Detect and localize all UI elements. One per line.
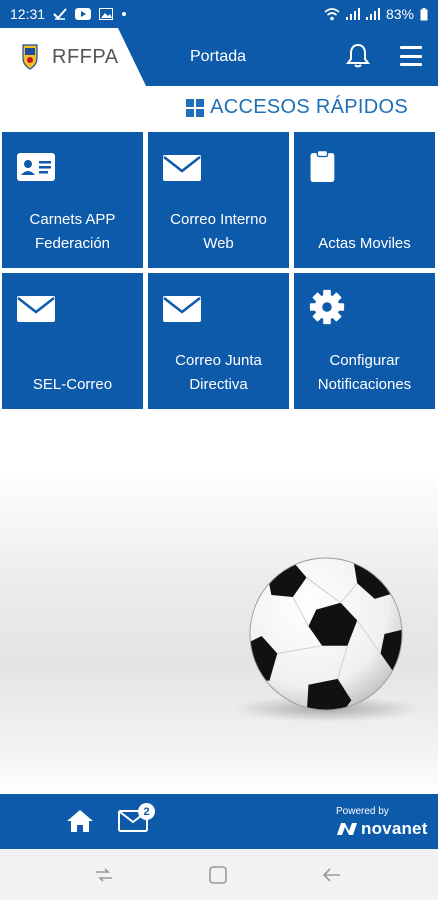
menu-icon[interactable]: [400, 46, 422, 66]
back-icon[interactable]: [322, 865, 342, 885]
signal-icon: [345, 8, 360, 20]
gear-icon: [309, 289, 345, 325]
notification-badge: 2: [138, 803, 155, 820]
youtube-icon: [75, 8, 92, 20]
battery-level: 83%: [385, 6, 414, 22]
crest-logo-icon: [22, 44, 38, 70]
status-bar: 12:31 83%: [0, 0, 438, 28]
section-title: ACCESOS RÁPIDOS: [210, 96, 408, 118]
clipboard-icon: [310, 149, 335, 182]
dot-icon: [122, 12, 127, 16]
home-icon[interactable]: [66, 808, 94, 834]
mail-icon: [163, 155, 201, 181]
tile-label: Actas Moviles: [318, 235, 411, 252]
image-icon: [99, 8, 114, 20]
tile-correo-interno[interactable]: Correo Interno Web: [148, 132, 289, 268]
app-screen: 12:31 83% RFFPA Portada ACCESOS RÁPIDOS …: [0, 0, 438, 900]
system-nav-bar: [0, 849, 438, 900]
soccer-ball-image: [249, 557, 403, 711]
tile-actas-moviles[interactable]: Actas Moviles: [294, 132, 435, 268]
brand[interactable]: RFFPA: [0, 28, 146, 86]
tile-label: SEL-Correo: [32, 376, 113, 393]
check-icon: [53, 8, 67, 20]
tile-sel-correo[interactable]: SEL-Correo: [2, 273, 143, 409]
tile-label: Carnets APP Federación: [29, 211, 116, 252]
status-time: 12:31: [10, 6, 46, 22]
quick-access-grid: Carnets APP Federación Correo Interno We…: [2, 132, 436, 409]
battery-icon: [420, 7, 428, 20]
bottom-nav: 2 Powered by novanet: [0, 794, 438, 849]
tile-label: Correo Junta Directiva: [175, 352, 262, 393]
tile-label: Correo Interno Web: [170, 211, 267, 252]
id-card-icon: [17, 153, 55, 181]
app-header: RFFPA Portada: [0, 28, 438, 86]
tile-correo-junta[interactable]: Correo Junta Directiva: [148, 273, 289, 409]
mail-icon: [163, 296, 201, 322]
signal-icon-2: [365, 8, 380, 20]
mail-icon: [17, 296, 55, 322]
powered-by-label: Powered by: [336, 806, 389, 817]
brand-name: RFFPA: [52, 45, 119, 68]
novanet-logo-icon: [337, 823, 357, 835]
grid-icon: [186, 98, 205, 117]
page-title: Portada: [190, 48, 247, 65]
tile-configurar-notificaciones[interactable]: Configurar Notificaciones: [294, 273, 435, 409]
bell-icon[interactable]: [346, 43, 370, 69]
vendor-logo: novanet: [336, 819, 428, 839]
vendor-name: novanet: [361, 819, 428, 838]
tile-label: Configurar Notificaciones: [317, 352, 412, 393]
section-header: ACCESOS RÁPIDOS: [186, 96, 408, 119]
hero-image: [0, 470, 438, 794]
wifi-icon: [324, 7, 340, 20]
home-button-icon[interactable]: [208, 865, 228, 885]
tile-carnets-app[interactable]: Carnets APP Federación: [2, 132, 143, 268]
recent-apps-icon[interactable]: [94, 865, 114, 885]
